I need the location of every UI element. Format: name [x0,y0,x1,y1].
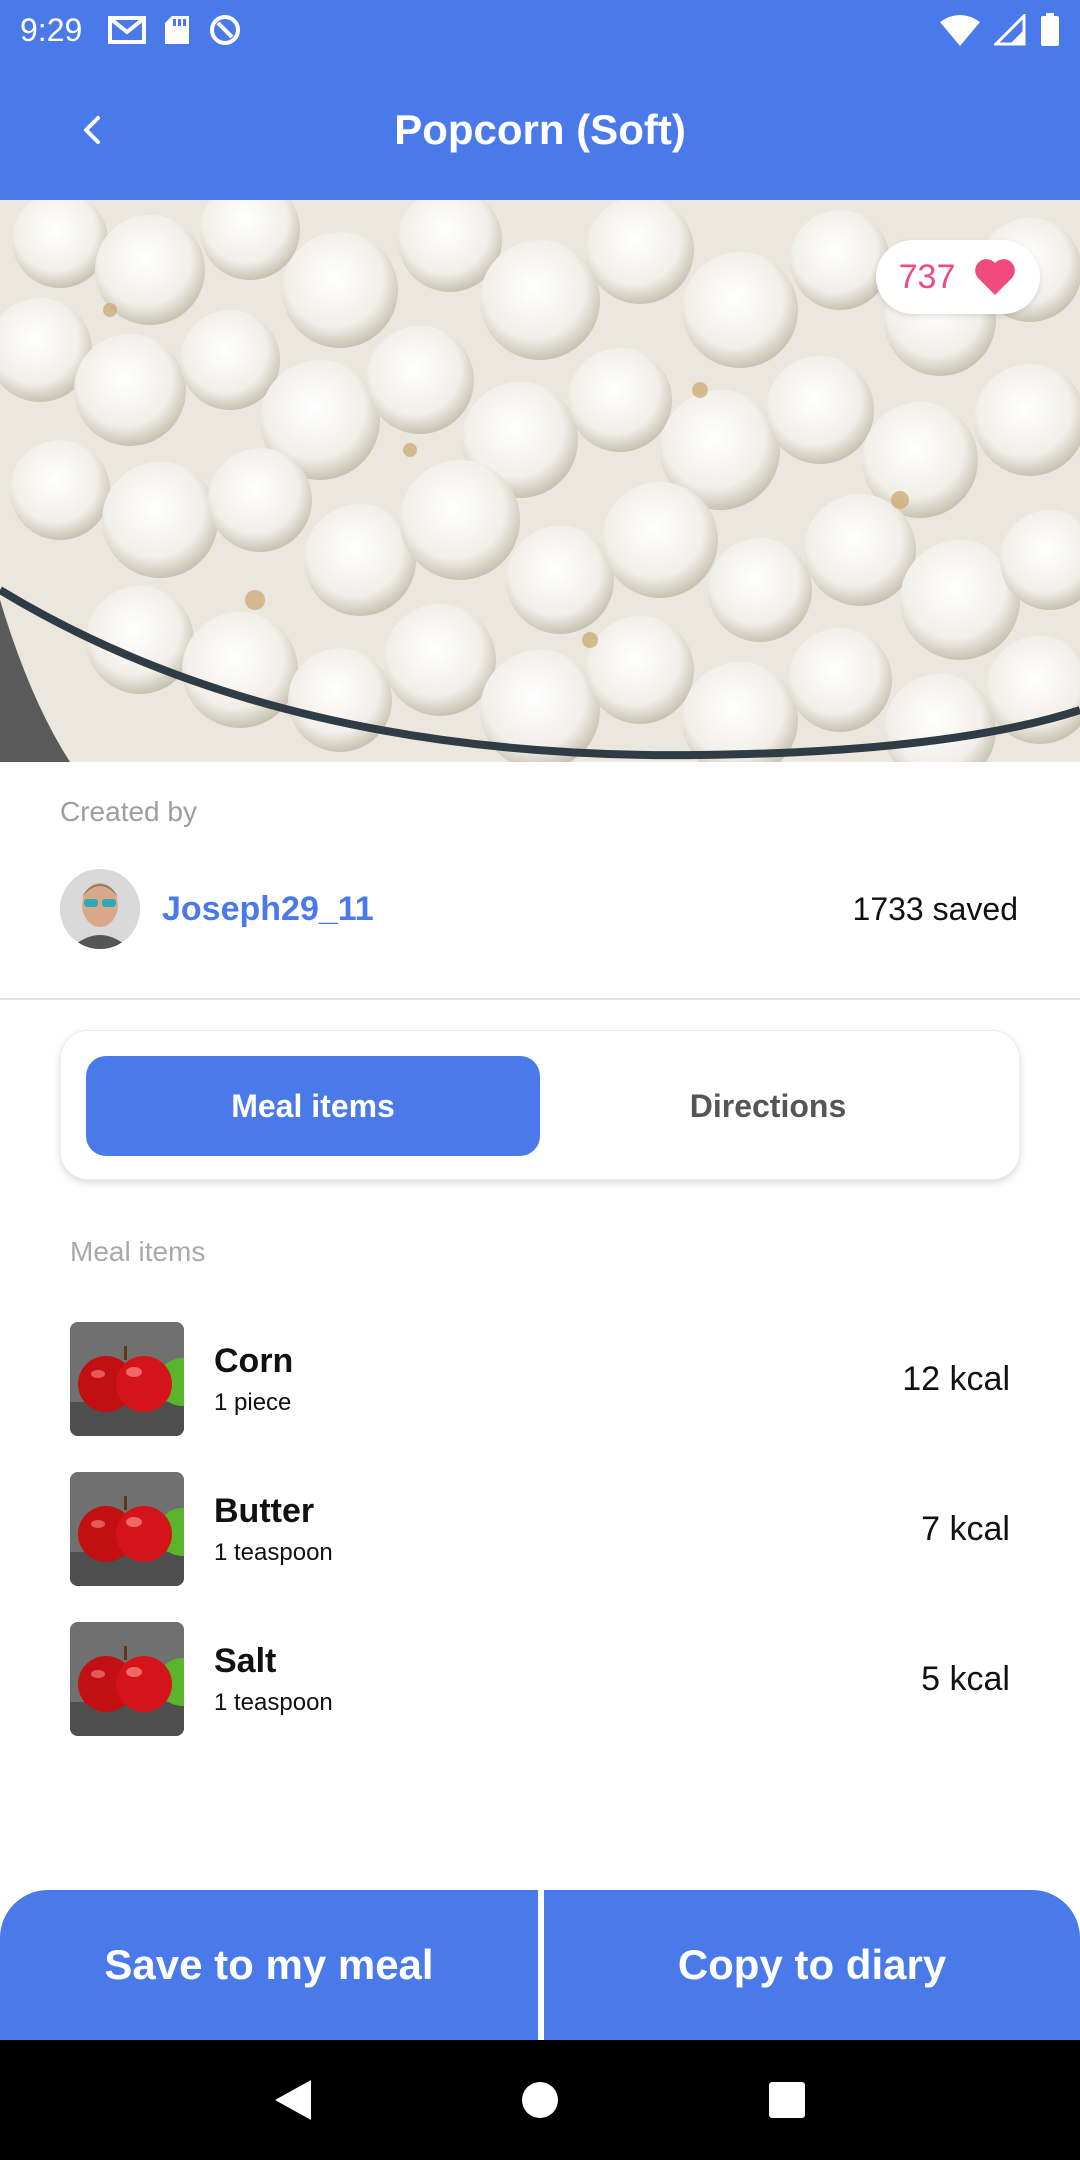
list-item[interactable]: Salt 1 teaspoon 5 kcal [70,1604,1010,1754]
creator-row: Joseph29_11 1733 saved [60,868,1018,950]
meal-item-kcal: 12 kcal [902,1359,1010,1398]
user-avatar-photo [60,869,140,949]
meal-item-name: Corn [214,1341,294,1380]
chevron-left-icon [84,116,100,144]
meal-items-list: Corn 1 piece 12 kcal Butter 1 teaspoon 7… [70,1304,1010,1754]
back-button[interactable] [56,94,128,166]
data-saver-icon [210,15,241,45]
signal-icon [994,14,1026,46]
meal-item-text: Salt 1 teaspoon [214,1642,333,1717]
app-bar: Popcorn (Soft) [0,60,1080,200]
meal-item-name: Butter [214,1491,315,1530]
creator-username[interactable]: Joseph29_11 [162,890,374,929]
meal-item-kcal: 5 kcal [921,1659,1010,1698]
meal-item-quantity: 1 teaspoon [214,1538,333,1566]
apple-image [70,1322,184,1436]
like-button[interactable]: 737 [876,240,1040,314]
bottom-action-bar: Save to my meal Copy to diary [0,1890,1080,2040]
meal-item-kcal: 7 kcal [921,1509,1010,1548]
save-to-meal-button[interactable]: Save to my meal [0,1890,538,2040]
heart-icon [975,259,1016,295]
nav-home-button[interactable] [510,2070,570,2130]
status-bar: 9:29 [0,0,1080,60]
tab-meal-items[interactable]: Meal items [86,1056,540,1156]
nav-back-button[interactable] [263,2070,323,2130]
nav-recents-button[interactable] [757,2070,817,2130]
triangle-back-icon [275,2080,312,2120]
food-thumbnail [70,1472,184,1586]
food-thumbnail [70,1622,184,1736]
meal-item-text: Butter 1 teaspoon [214,1492,333,1567]
status-time: 9:29 [20,11,83,48]
meal-items-section-label: Meal items [70,1236,206,1267]
square-recents-icon [768,2082,805,2118]
list-item[interactable]: Corn 1 piece 12 kcal [70,1304,1010,1454]
tab-directions[interactable]: Directions [541,1056,995,1156]
saved-count: 1733 saved [852,890,1018,927]
tab-switcher: Meal items Directions [60,1030,1020,1180]
meal-item-quantity: 1 piece [214,1388,292,1416]
meal-item-name: Salt [214,1641,277,1680]
apple-image [70,1622,184,1736]
meal-item-quantity: 1 teaspoon [214,1688,333,1716]
created-by-label: Created by [60,796,197,827]
system-icons [940,13,1060,47]
like-count: 737 [898,257,956,296]
wifi-icon [940,15,980,46]
notification-icons [108,13,242,47]
page-title: Popcorn (Soft) [394,106,686,153]
divider [0,998,1080,1000]
recipe-hero-image: 737 [0,200,1080,762]
apple-image [70,1472,184,1586]
circle-home-icon [521,2082,558,2118]
system-navigation-bar [0,2040,1080,2160]
food-thumbnail [70,1322,184,1436]
meal-item-text: Corn 1 piece [214,1342,293,1417]
sd-card-icon [165,16,190,44]
avatar[interactable] [60,869,140,949]
gmail-icon [108,16,147,44]
list-item[interactable]: Butter 1 teaspoon 7 kcal [70,1454,1010,1604]
battery-icon [1041,13,1059,46]
copy-to-diary-button[interactable]: Copy to diary [544,1890,1080,2040]
